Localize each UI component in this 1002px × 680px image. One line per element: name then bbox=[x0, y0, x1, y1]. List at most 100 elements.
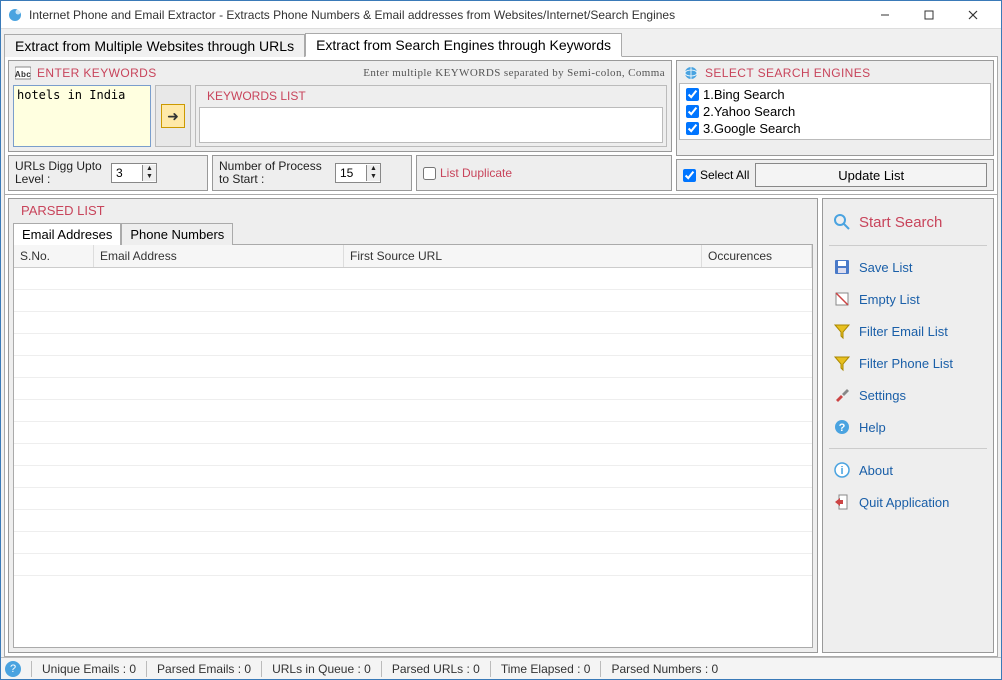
table-row[interactable] bbox=[14, 466, 812, 488]
digg-level-spinner[interactable]: ▲ ▼ bbox=[111, 163, 157, 183]
save-list-label: Save List bbox=[859, 260, 912, 275]
filter-phone-button[interactable]: Filter Phone List bbox=[829, 348, 987, 378]
status-urls-queue: URLs in Queue : 0 bbox=[268, 662, 375, 676]
arrow-right-icon: ➜ bbox=[167, 108, 179, 125]
process-count-label: Number of Process to Start : bbox=[219, 160, 329, 186]
col-url[interactable]: First Source URL bbox=[344, 245, 702, 267]
table-row[interactable] bbox=[14, 444, 812, 466]
digg-level-input[interactable] bbox=[112, 166, 142, 180]
results-grid[interactable]: S.No. Email Address First Source URL Occ… bbox=[13, 244, 813, 648]
se-bing-checkbox[interactable] bbox=[686, 88, 699, 101]
list-duplicate-input[interactable] bbox=[423, 167, 436, 180]
col-sno[interactable]: S.No. bbox=[14, 245, 94, 267]
table-row[interactable] bbox=[14, 422, 812, 444]
filter-icon bbox=[833, 354, 851, 372]
process-count-spinner[interactable]: ▲ ▼ bbox=[335, 163, 381, 183]
statusbar: ? Unique Emails : 0 Parsed Emails : 0 UR… bbox=[1, 657, 1001, 679]
filter-email-label: Filter Email List bbox=[859, 324, 948, 339]
select-all-input[interactable] bbox=[683, 169, 696, 182]
abc-icon: Abc bbox=[15, 65, 31, 81]
table-row[interactable] bbox=[14, 268, 812, 290]
svg-text:Abc: Abc bbox=[15, 70, 31, 79]
digg-level-group: URLs Digg Upto Level : ▲ ▼ bbox=[8, 155, 208, 191]
minimize-button[interactable] bbox=[863, 2, 907, 28]
digg-up-icon[interactable]: ▲ bbox=[142, 165, 156, 173]
start-search-button[interactable]: Start Search bbox=[829, 205, 987, 239]
table-row[interactable] bbox=[14, 312, 812, 334]
quit-icon bbox=[833, 493, 851, 511]
separator bbox=[31, 661, 32, 677]
search-engines-list: 1.Bing Search 2.Yahoo Search 3.Google Se… bbox=[679, 83, 991, 140]
about-button[interactable]: i About bbox=[829, 455, 987, 485]
svg-text:i: i bbox=[840, 465, 843, 477]
se-google-checkbox[interactable] bbox=[686, 122, 699, 135]
col-email[interactable]: Email Address bbox=[94, 245, 344, 267]
se-item-yahoo[interactable]: 2.Yahoo Search bbox=[686, 104, 984, 119]
start-search-label: Start Search bbox=[859, 214, 942, 231]
table-row[interactable] bbox=[14, 400, 812, 422]
se-item-bing[interactable]: 1.Bing Search bbox=[686, 87, 984, 102]
table-row[interactable] bbox=[14, 378, 812, 400]
col-occurences[interactable]: Occurences bbox=[702, 245, 812, 267]
add-keyword-wrap: ➜ bbox=[155, 85, 191, 147]
separator bbox=[829, 245, 987, 246]
table-row[interactable] bbox=[14, 488, 812, 510]
digg-down-icon[interactable]: ▼ bbox=[142, 173, 156, 181]
help-label: Help bbox=[859, 420, 886, 435]
table-row[interactable] bbox=[14, 356, 812, 378]
table-row[interactable] bbox=[14, 532, 812, 554]
se-bing-label: 1.Bing Search bbox=[703, 87, 785, 102]
select-all-label: Select All bbox=[700, 168, 749, 182]
settings-label: Settings bbox=[859, 388, 906, 403]
help-button[interactable]: ? Help bbox=[829, 412, 987, 442]
empty-icon bbox=[833, 290, 851, 308]
status-help-icon[interactable]: ? bbox=[5, 661, 21, 677]
se-item-google[interactable]: 3.Google Search bbox=[686, 121, 984, 136]
table-row[interactable] bbox=[14, 510, 812, 532]
parsed-sub-tabs: Email Addreses Phone Numbers bbox=[9, 222, 817, 244]
titlebar: Internet Phone and Email Extractor - Ext… bbox=[1, 1, 1001, 29]
parsed-list-panel: @ PARSED LIST Email Addreses Phone Numbe… bbox=[8, 198, 818, 653]
se-yahoo-checkbox[interactable] bbox=[686, 105, 699, 118]
tab-extract-urls[interactable]: Extract from Multiple Websites through U… bbox=[4, 34, 305, 57]
keywords-list-title: KEYWORDS LIST bbox=[207, 89, 306, 103]
se-google-label: 3.Google Search bbox=[703, 121, 801, 136]
separator bbox=[600, 661, 601, 677]
settings-button[interactable]: Settings bbox=[829, 380, 987, 410]
table-row[interactable] bbox=[14, 290, 812, 312]
parsed-list-title: PARSED LIST bbox=[21, 203, 105, 218]
list-duplicate-label: List Duplicate bbox=[440, 166, 512, 180]
process-count-input[interactable] bbox=[336, 166, 366, 180]
update-list-button[interactable]: Update List bbox=[755, 163, 987, 187]
process-up-icon[interactable]: ▲ bbox=[366, 165, 380, 173]
save-list-button[interactable]: Save List bbox=[829, 252, 987, 282]
grid-header: S.No. Email Address First Source URL Occ… bbox=[14, 245, 812, 268]
keywords-input[interactable] bbox=[13, 85, 151, 147]
globe-icon bbox=[683, 65, 699, 81]
separator bbox=[146, 661, 147, 677]
separator bbox=[490, 661, 491, 677]
tab-extract-keywords[interactable]: Extract from Search Engines through Keyw… bbox=[305, 33, 622, 57]
close-button[interactable] bbox=[951, 2, 995, 28]
digg-level-label: URLs Digg Upto Level : bbox=[15, 160, 105, 186]
quit-button[interactable]: Quit Application bbox=[829, 487, 987, 517]
select-all-checkbox[interactable]: Select All bbox=[683, 168, 749, 182]
search-engines-footer: Select All Update List bbox=[676, 159, 994, 191]
separator bbox=[381, 661, 382, 677]
list-duplicate-checkbox[interactable]: List Duplicate bbox=[423, 166, 512, 180]
filter-email-button[interactable]: Filter Email List bbox=[829, 316, 987, 346]
app-icon bbox=[7, 7, 23, 23]
keywords-list[interactable] bbox=[199, 107, 663, 143]
table-row[interactable] bbox=[14, 334, 812, 356]
tab-phone-numbers[interactable]: Phone Numbers bbox=[121, 223, 233, 245]
add-keyword-button[interactable]: ➜ bbox=[161, 104, 185, 128]
tab-email-addresses[interactable]: Email Addreses bbox=[13, 223, 121, 245]
table-row[interactable] bbox=[14, 554, 812, 576]
empty-list-button[interactable]: Empty List bbox=[829, 284, 987, 314]
process-down-icon[interactable]: ▼ bbox=[366, 173, 380, 181]
separator bbox=[261, 661, 262, 677]
info-icon: i bbox=[833, 461, 851, 479]
status-parsed-numbers: Parsed Numbers : 0 bbox=[607, 662, 722, 676]
list-duplicate-group: List Duplicate bbox=[416, 155, 672, 191]
maximize-button[interactable] bbox=[907, 2, 951, 28]
